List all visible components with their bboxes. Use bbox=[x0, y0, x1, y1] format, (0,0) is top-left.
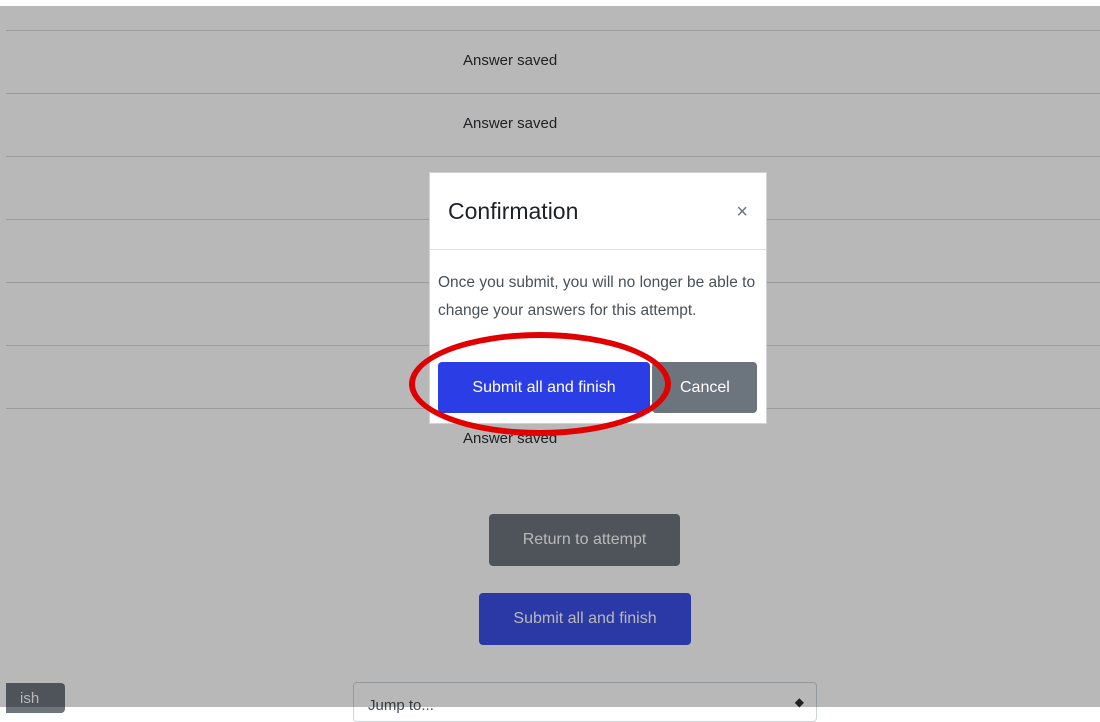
top-strip bbox=[0, 0, 1100, 6]
dialog-header: Confirmation × bbox=[430, 173, 766, 250]
dialog-title: Confirmation bbox=[448, 198, 579, 224]
close-icon[interactable]: × bbox=[736, 200, 748, 224]
dialog-message: Once you submit, you will no longer be a… bbox=[438, 274, 756, 319]
dialog-cancel-button[interactable]: Cancel bbox=[652, 362, 757, 413]
dialog-submit-all-and-finish-button[interactable]: Submit all and finish bbox=[438, 362, 650, 413]
